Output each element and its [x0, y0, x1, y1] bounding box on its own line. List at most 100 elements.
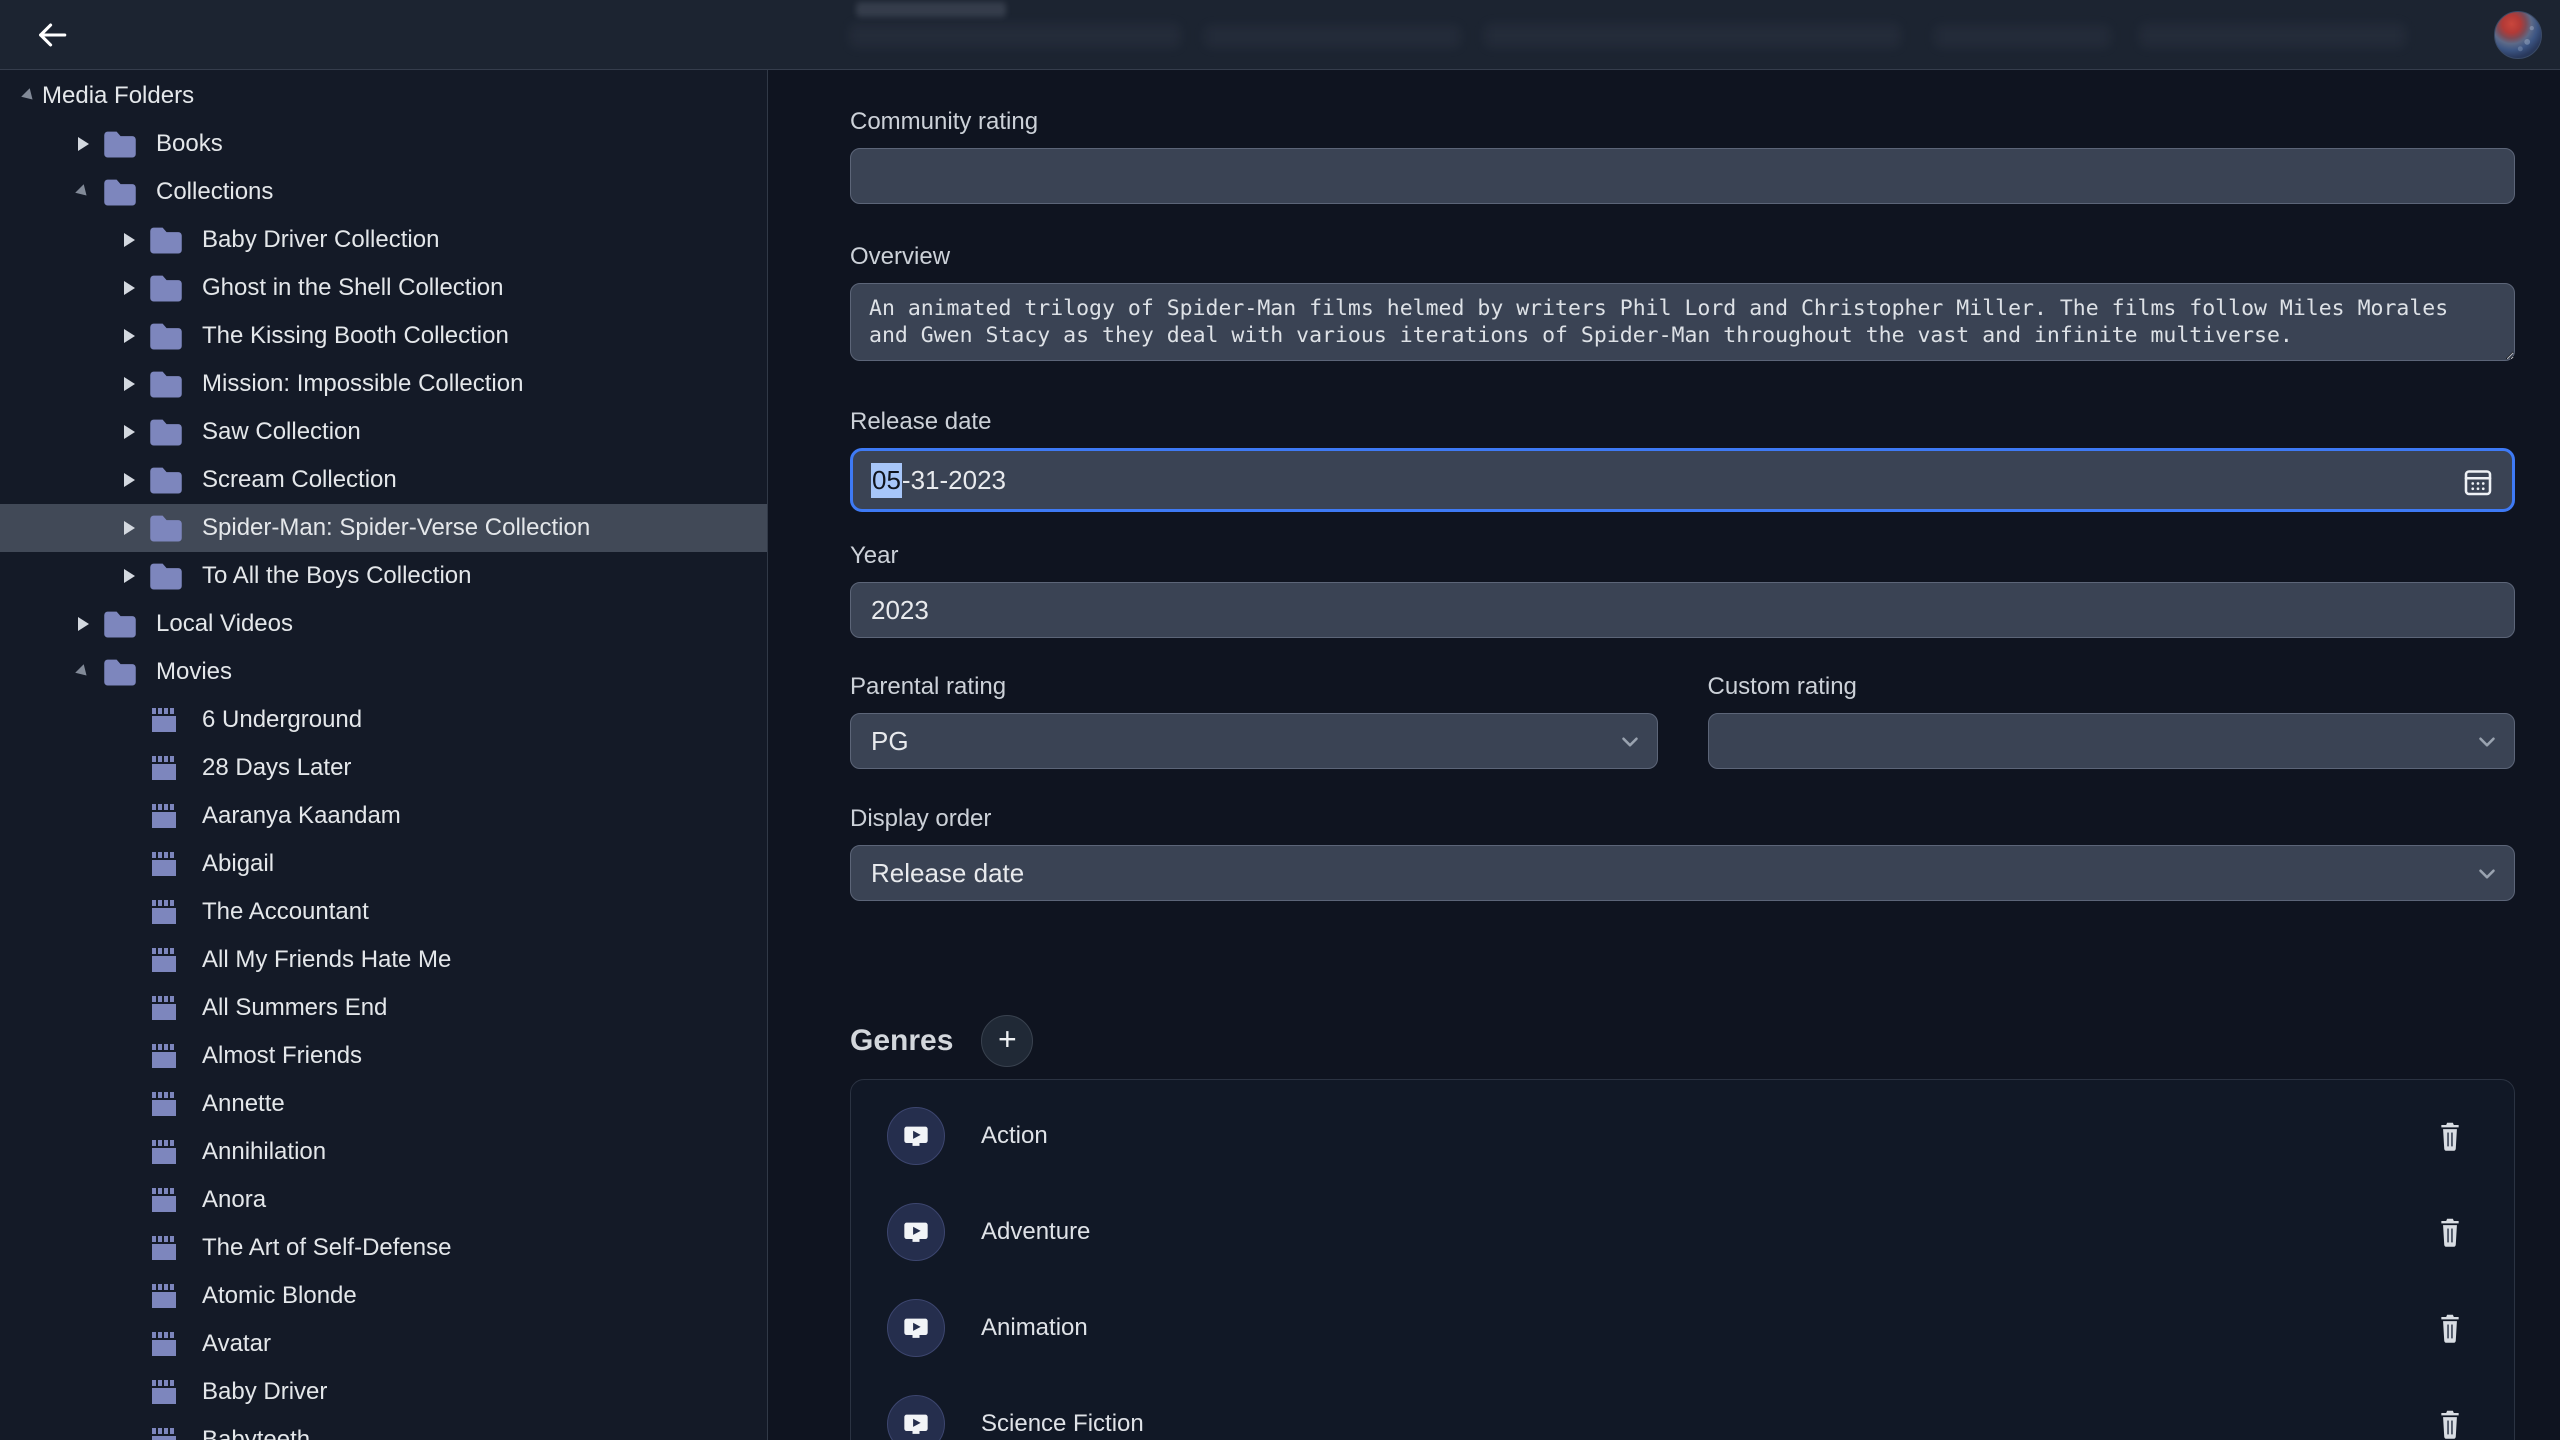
delete-genre-button[interactable] — [2430, 1307, 2470, 1349]
tree-item-label: Annihilation — [202, 1138, 326, 1166]
trash-icon — [2436, 1217, 2464, 1247]
back-button[interactable] — [30, 13, 74, 57]
chevron-down-icon — [2474, 861, 2500, 887]
tree-item-avatar[interactable]: Avatar — [0, 1320, 767, 1368]
tree-item-scream-collection[interactable]: Scream Collection — [0, 456, 767, 504]
expand-caret-icon[interactable] — [116, 521, 142, 535]
back-arrow-icon — [35, 18, 69, 52]
tree-item-all-summers-end[interactable]: All Summers End — [0, 984, 767, 1032]
display-order-select[interactable]: Release date — [850, 845, 2515, 901]
tree-item-label: All My Friends Hate Me — [202, 946, 451, 974]
delete-genre-button[interactable] — [2430, 1403, 2470, 1440]
expand-caret-icon[interactable] — [70, 617, 96, 631]
expand-caret-icon[interactable] — [116, 233, 142, 247]
tree-item-the-kissing-booth-collection[interactable]: The Kissing Booth Collection — [0, 312, 767, 360]
genre-row-science-fiction[interactable]: Science Fiction — [851, 1376, 2514, 1440]
add-genre-button[interactable]: + — [981, 1015, 1033, 1067]
blurred-scrolled-content — [856, 2, 1006, 17]
collapse-caret-icon[interactable] — [70, 666, 96, 678]
genre-row-animation[interactable]: Animation — [851, 1280, 2514, 1376]
folder-icon — [102, 655, 140, 689]
date-month-segment[interactable]: 05 — [871, 463, 902, 498]
display-order-label: Display order — [850, 805, 2515, 833]
genre-row-adventure[interactable]: Adventure — [851, 1184, 2514, 1280]
expand-caret-icon[interactable] — [70, 137, 96, 151]
blurred-scrolled-content — [1485, 24, 1900, 47]
delete-genre-button[interactable] — [2430, 1115, 2470, 1157]
tree-item-label: All Summers End — [202, 994, 387, 1022]
genres-heading: Genres — [850, 1024, 953, 1058]
tree-item-label: To All the Boys Collection — [202, 562, 471, 590]
tree-item-baby-driver-collection[interactable]: Baby Driver Collection — [0, 216, 767, 264]
expand-caret-icon[interactable] — [116, 473, 142, 487]
movie-icon — [148, 1087, 186, 1121]
custom-rating-label: Custom rating — [1708, 673, 2516, 701]
collapse-caret-icon[interactable] — [70, 186, 96, 198]
community-rating-input[interactable] — [850, 148, 2515, 204]
tree-item-local-videos[interactable]: Local Videos — [0, 600, 767, 648]
release-date-input[interactable]: 05-31-2023 — [850, 448, 2515, 512]
tree-item-the-art-of-self-defense[interactable]: The Art of Self-Defense — [0, 1224, 767, 1272]
blurred-scrolled-content — [850, 24, 1180, 47]
tree-item-label: Abigail — [202, 850, 274, 878]
tree-item-atomic-blonde[interactable]: Atomic Blonde — [0, 1272, 767, 1320]
metadata-editor-panel: Community rating Overview An animated tr… — [769, 70, 2560, 1440]
tree-item-books[interactable]: Books — [0, 120, 767, 168]
community-rating-label: Community rating — [850, 108, 2515, 136]
expand-caret-icon[interactable] — [116, 377, 142, 391]
calendar-icon[interactable] — [2460, 464, 2496, 500]
tree-item-annette[interactable]: Annette — [0, 1080, 767, 1128]
folder-icon — [148, 367, 186, 401]
blurred-scrolled-content — [1205, 26, 1460, 47]
parental-rating-select[interactable]: PG — [850, 713, 1658, 769]
expand-caret-icon[interactable] — [116, 281, 142, 295]
tree-item-label: The Kissing Booth Collection — [202, 322, 509, 350]
year-input[interactable]: 2023 — [850, 582, 2515, 638]
trash-icon — [2436, 1409, 2464, 1439]
movie-icon — [148, 751, 186, 785]
tree-item-label: Anora — [202, 1186, 266, 1214]
tree-item-aaranya-kaandam[interactable]: Aaranya Kaandam — [0, 792, 767, 840]
tree-item-all-my-friends-hate-me[interactable]: All My Friends Hate Me — [0, 936, 767, 984]
custom-rating-select[interactable] — [1708, 713, 2516, 769]
expand-caret-icon[interactable] — [116, 329, 142, 343]
tree-item-label: Spider-Man: Spider-Verse Collection — [202, 514, 590, 542]
tree-item-28-days-later[interactable]: 28 Days Later — [0, 744, 767, 792]
tree-item-saw-collection[interactable]: Saw Collection — [0, 408, 767, 456]
tree-item-mission-impossible-collection[interactable]: Mission: Impossible Collection — [0, 360, 767, 408]
tree-item-baby-driver[interactable]: Baby Driver — [0, 1368, 767, 1416]
movie-icon — [148, 991, 186, 1025]
genre-label: Action — [981, 1122, 2430, 1150]
date-rest-segment[interactable]: -31-2023 — [902, 465, 1006, 496]
tree-item-anora[interactable]: Anora — [0, 1176, 767, 1224]
tree-item-label: Aaranya Kaandam — [202, 802, 401, 830]
tree-item-label: The Art of Self-Defense — [202, 1234, 451, 1262]
expand-caret-icon[interactable] — [116, 569, 142, 583]
collapse-caret-icon[interactable] — [16, 90, 42, 102]
overview-textarea[interactable]: An animated trilogy of Spider-Man films … — [850, 283, 2515, 361]
user-avatar[interactable] — [2494, 11, 2542, 59]
tree-item-ghost-in-the-shell-collection[interactable]: Ghost in the Shell Collection — [0, 264, 767, 312]
tree-item-6-underground[interactable]: 6 Underground — [0, 696, 767, 744]
tree-item-movies[interactable]: Movies — [0, 648, 767, 696]
tree-item-annihilation[interactable]: Annihilation — [0, 1128, 767, 1176]
parental-rating-label: Parental rating — [850, 673, 1658, 701]
trash-icon — [2436, 1313, 2464, 1343]
tree-item-media-folders[interactable]: Media Folders — [0, 72, 767, 120]
genre-row-action[interactable]: Action — [851, 1088, 2514, 1184]
tree-item-label: Almost Friends — [202, 1042, 362, 1070]
movie-icon — [148, 1231, 186, 1265]
tree-item-to-all-the-boys-collection[interactable]: To All the Boys Collection — [0, 552, 767, 600]
delete-genre-button[interactable] — [2430, 1211, 2470, 1253]
tree-item-almost-friends[interactable]: Almost Friends — [0, 1032, 767, 1080]
overview-label: Overview — [850, 243, 2515, 271]
tree-item-label: 28 Days Later — [202, 754, 351, 782]
tree-item-spider-man-spider-verse-collection[interactable]: Spider-Man: Spider-Verse Collection — [0, 504, 767, 552]
tree-item-label: The Accountant — [202, 898, 369, 926]
tree-item-the-accountant[interactable]: The Accountant — [0, 888, 767, 936]
tree-item-babyteeth[interactable]: Babyteeth — [0, 1416, 767, 1440]
expand-caret-icon[interactable] — [116, 425, 142, 439]
tree-item-label: Atomic Blonde — [202, 1282, 357, 1310]
tree-item-collections[interactable]: Collections — [0, 168, 767, 216]
tree-item-abigail[interactable]: Abigail — [0, 840, 767, 888]
